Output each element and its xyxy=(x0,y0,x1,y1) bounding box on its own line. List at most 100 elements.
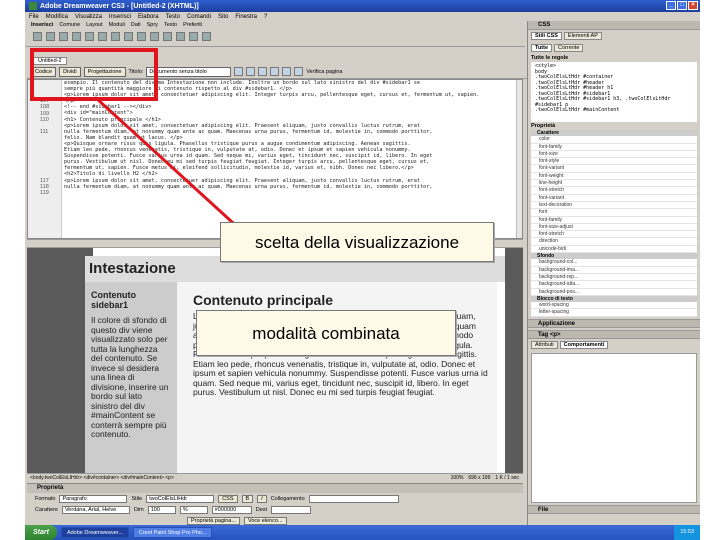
css-property[interactable]: font-size xyxy=(531,151,697,159)
behaviors-area[interactable] xyxy=(531,352,697,503)
current-tab[interactable]: Corrente xyxy=(554,44,584,52)
insert-tab-inserisci[interactable]: Inserisci xyxy=(31,22,53,28)
div-icon[interactable] xyxy=(85,32,94,41)
preview-browser-icon[interactable] xyxy=(246,67,256,76)
tag-inspector-title[interactable]: Tag <p> xyxy=(528,329,700,339)
server-include-icon[interactable] xyxy=(137,32,146,41)
code-view[interactable]: 107 108 109 110 111 117 118 119 esempio. Il con… xyxy=(27,79,523,239)
head-icon[interactable] xyxy=(163,32,172,41)
insert-tab-comune[interactable]: Comune xyxy=(59,22,80,28)
style-select[interactable]: twoColElsLtHdr xyxy=(146,494,215,503)
css-property[interactable]: background-atta... xyxy=(531,281,697,289)
css-property[interactable]: background-pos... xyxy=(531,289,697,296)
css-property[interactable]: font-variant xyxy=(531,165,697,173)
menu-modifica[interactable]: Modifica xyxy=(46,14,68,20)
css-property[interactable]: background-col... xyxy=(531,259,697,267)
files-panel-title[interactable]: File xyxy=(528,504,700,514)
insert-tab-moduli[interactable]: Moduli xyxy=(109,22,125,28)
anchor-icon[interactable] xyxy=(59,32,68,41)
css-property[interactable]: font-variant xyxy=(531,195,697,202)
media-icon[interactable] xyxy=(111,32,120,41)
application-panel-title[interactable]: Applicazione xyxy=(528,318,700,328)
css-property[interactable]: font-family xyxy=(531,217,697,224)
list-item-button[interactable]: Voce elenco... xyxy=(243,516,287,525)
validate-icon[interactable] xyxy=(294,67,304,76)
color-input[interactable]: #000000 xyxy=(211,505,252,514)
refresh-icon[interactable] xyxy=(258,67,268,76)
date-icon[interactable] xyxy=(124,32,133,41)
css-rule[interactable]: .twoColElsLtHdr #mainContent xyxy=(535,107,693,114)
size-select[interactable]: 100 xyxy=(147,505,176,514)
menu-comandi[interactable]: Comandi xyxy=(187,14,211,20)
comment-icon[interactable] xyxy=(150,32,159,41)
format-select[interactable]: Paragrafo xyxy=(59,494,128,503)
menu-finestra[interactable]: Finestra xyxy=(235,14,257,20)
zoom-select[interactable]: 100% xyxy=(451,475,464,481)
css-property[interactable]: direction xyxy=(531,238,697,246)
css-property[interactable]: font-stretch xyxy=(531,231,697,239)
font-select[interactable]: Verdana, Arial, Helve xyxy=(61,505,130,514)
code-scrollbar[interactable] xyxy=(516,80,522,238)
css-property[interactable]: color xyxy=(531,136,697,144)
link-input[interactable] xyxy=(308,494,399,503)
close-button[interactable]: × xyxy=(688,1,698,10)
css-properties-list[interactable]: Carattere color font-family font-size font-s… xyxy=(531,130,697,317)
maximize-button[interactable]: □ xyxy=(677,1,687,10)
menu-visualizza[interactable]: Visualizza xyxy=(75,14,102,20)
check-page-button[interactable]: Verifica pagina xyxy=(306,69,342,75)
hyperlink-icon[interactable] xyxy=(33,32,42,41)
css-property[interactable]: font-style xyxy=(531,158,697,166)
insert-tab-layout[interactable]: Layout xyxy=(86,22,103,28)
image-icon[interactable] xyxy=(98,32,107,41)
ap-elements-tab[interactable]: Elementi AP xyxy=(563,32,602,40)
file-management-icon[interactable] xyxy=(234,67,244,76)
tag-chooser-icon[interactable] xyxy=(202,32,211,41)
minimize-button[interactable]: _ xyxy=(666,1,676,10)
task-paintshop[interactable]: Corel Paint Shop Pro Pho... xyxy=(132,527,213,538)
css-rules-list[interactable]: <style> body .twoColElsLtHdr #container … xyxy=(531,62,697,122)
task-dreamweaver[interactable]: Adobe Dreamweaver... xyxy=(60,527,129,538)
dest-select[interactable] xyxy=(271,505,312,514)
unit-select[interactable]: % xyxy=(179,505,208,514)
email-link-icon[interactable] xyxy=(46,32,55,41)
css-property[interactable]: font-family xyxy=(531,144,697,151)
insert-tab-preferiti[interactable]: Preferiti xyxy=(183,22,202,28)
insert-tab-testo[interactable]: Testo xyxy=(164,22,177,28)
insert-tab-spry[interactable]: Spry xyxy=(147,22,158,28)
title-input[interactable]: Documento senza titolo xyxy=(146,66,232,77)
menu-help[interactable]: ? xyxy=(264,14,267,20)
sidebar-div[interactable]: Contenuto sidebar1 Il colore di sfondo d… xyxy=(85,282,177,480)
code-line[interactable]: nulla fermentum diam, at nonummy quam an… xyxy=(64,184,516,190)
view-options-icon[interactable] xyxy=(270,67,280,76)
css-property[interactable]: font-size-adjust xyxy=(531,224,697,232)
insert-tab-dati[interactable]: Dati xyxy=(131,22,141,28)
css-property[interactable]: text-decoration xyxy=(531,202,697,210)
start-button[interactable]: Start xyxy=(25,525,57,540)
css-property[interactable]: letter-spacing xyxy=(531,309,697,317)
all-rules-tab[interactable]: Tutte xyxy=(531,44,553,52)
script-icon[interactable] xyxy=(176,32,185,41)
css-styles-tab[interactable]: Stili CSS xyxy=(531,32,562,40)
menu-file[interactable]: File xyxy=(29,14,39,20)
page-properties-button[interactable]: Proprietà pagina... xyxy=(187,516,240,525)
menu-testo[interactable]: Testo xyxy=(166,14,180,20)
css-panel-title[interactable]: CSS xyxy=(528,21,700,30)
tag-selector[interactable]: <body.twoColElsLtHdr> <div#container> <d… xyxy=(30,475,174,481)
table-icon[interactable] xyxy=(72,32,81,41)
behaviors-tab[interactable]: Comportamenti xyxy=(559,340,609,349)
design-view[interactable]: Intestazione Contenuto sidebar1 Il color… xyxy=(27,248,523,480)
template-icon[interactable] xyxy=(189,32,198,41)
menu-elabora[interactable]: Elabora xyxy=(138,14,159,20)
bold-button[interactable]: B xyxy=(241,494,254,503)
properties-title[interactable]: Proprietà xyxy=(27,484,523,493)
css-button[interactable]: CSS xyxy=(218,494,238,503)
visual-aids-icon[interactable] xyxy=(282,67,292,76)
attributes-tab[interactable]: Attributi xyxy=(531,340,558,349)
css-property[interactable]: line-height xyxy=(531,180,697,188)
css-property[interactable]: font xyxy=(531,209,697,217)
css-property[interactable]: background-rep... xyxy=(531,274,697,282)
window-size[interactable]: 696 x 199 xyxy=(468,475,490,481)
css-property[interactable]: unicode-bidi xyxy=(531,246,697,254)
css-property[interactable]: font-stretch xyxy=(531,187,697,195)
css-property[interactable]: font-weight xyxy=(531,173,697,181)
